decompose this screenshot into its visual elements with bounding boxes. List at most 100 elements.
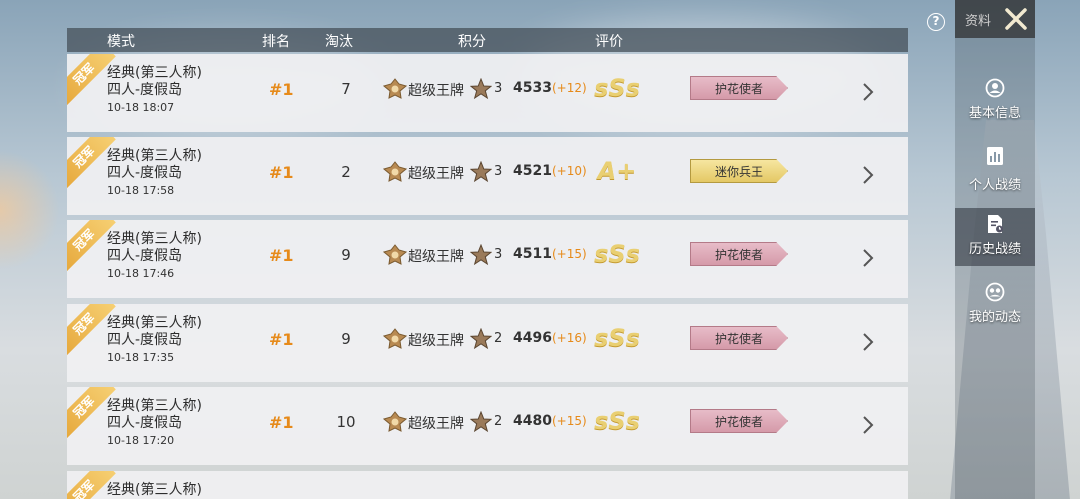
tier-name: 超级王牌	[408, 416, 464, 432]
tier-star-icon	[470, 78, 492, 100]
map-name: 四人-度假岛	[107, 332, 183, 348]
mode-cell: 经典(第三人称) 四人-度假岛 10-18 17:46	[107, 231, 202, 282]
tier-star-icon	[470, 411, 492, 433]
sidebar-item-label: 我的动态	[968, 310, 1021, 325]
mode-name: 经典(第三人称)	[107, 315, 202, 331]
chevron-right-icon[interactable]	[862, 165, 874, 185]
kills-value: 9	[341, 246, 351, 264]
feed-icon	[985, 282, 1005, 302]
match-time: 10-18 18:07	[107, 101, 175, 114]
title-badge[interactable]: 护花使者	[690, 326, 788, 350]
rating-badge: sSs	[594, 240, 640, 268]
map-name: 四人-度假岛	[107, 415, 183, 431]
rank-value: #1	[269, 330, 294, 349]
chevron-right-icon[interactable]	[862, 82, 874, 102]
kills-value: 2	[341, 163, 351, 181]
chart-icon	[987, 147, 1003, 165]
table-row[interactable]: 冠军 经典(第三人称) 四人-度假岛 10-18 17:20 #1 10 超级王牌 2 4480…	[67, 387, 908, 465]
column-header-rating: 评价	[595, 34, 623, 50]
score-cell: 4511(+15)	[513, 246, 587, 262]
sidebar-item-basic-info[interactable]: 基本信息	[955, 74, 1035, 134]
table-row[interactable]: 冠军 经典(第三人称) 四人-度假岛 10-18 17:46 #1 9 超级王牌 3 4511(…	[67, 220, 908, 298]
score-value: 4511	[513, 246, 552, 262]
mode-cell: 经典(第三人称) 四人-度假岛 10-18 18:07	[107, 65, 202, 116]
table-row[interactable]: 冠军 经典(第三人称) 四人-度假岛 10-18 18:07 #1 7 超级王牌 3 4533(…	[67, 54, 908, 132]
tier-level: 2	[494, 331, 503, 346]
mode-name: 经典(第三人称)	[107, 398, 202, 414]
tier-level: 3	[494, 164, 503, 179]
table-row[interactable]: 冠军 经典(第三人称) 四人-度假岛 10-18 17:35 #1 9 超级王牌 2 4496(…	[67, 304, 908, 382]
table-header: 模式 排名 淘汰 积分 评价	[67, 28, 908, 52]
table-row[interactable]: 冠军 经典(第三人称)	[67, 471, 908, 499]
ace-tier-icon	[383, 411, 407, 432]
mode-cell: 经典(第三人称)	[107, 482, 202, 499]
title-badge[interactable]: 护花使者	[690, 76, 788, 100]
mode-name: 经典(第三人称)	[107, 65, 202, 81]
tier-name: 超级王牌	[408, 333, 464, 349]
chevron-right-icon[interactable]	[862, 415, 874, 435]
score-cell: 4533(+12)	[513, 80, 587, 96]
mode-cell: 经典(第三人称) 四人-度假岛 10-18 17:20	[107, 398, 202, 449]
rank-value: #1	[269, 163, 294, 182]
ace-tier-icon	[383, 328, 407, 349]
column-header-rank: 排名	[262, 34, 290, 50]
match-time: 10-18 17:20	[107, 434, 175, 447]
title-badge[interactable]: 护花使者	[690, 409, 788, 433]
score-delta: (+15)	[551, 247, 587, 261]
tier-name: 超级王牌	[408, 83, 464, 99]
match-history-table: 模式 排名 淘汰 积分 评价 冠军 经典(第三人称) 四人-度假岛 10-18 18:…	[67, 28, 908, 499]
tier-name: 超级王牌	[408, 249, 464, 265]
map-name: 四人-度假岛	[107, 248, 183, 264]
sidebar-item-label: 个人战绩	[968, 178, 1021, 193]
rating-badge: sSs	[594, 74, 640, 102]
tier-level: 3	[494, 247, 503, 262]
close-icon[interactable]	[1003, 6, 1029, 32]
match-time: 10-18 17:46	[107, 267, 175, 280]
ace-tier-icon	[383, 244, 407, 265]
help-icon[interactable]: ?	[927, 13, 945, 31]
profile-label: 资料	[965, 14, 992, 29]
mode-cell: 经典(第三人称) 四人-度假岛 10-18 17:58	[107, 148, 202, 199]
column-header-score: 积分	[458, 34, 486, 50]
match-time: 10-18 17:58	[107, 184, 175, 197]
sidebar-item-my-feed[interactable]: 我的动态	[955, 280, 1035, 340]
sidebar-item-personal-stats[interactable]: 个人战绩	[955, 142, 1035, 202]
score-delta: (+15)	[551, 414, 587, 428]
score-cell: 4496(+16)	[513, 330, 587, 346]
column-header-mode: 模式	[107, 34, 135, 50]
title-badge[interactable]: 护花使者	[690, 242, 788, 266]
sidebar-item-history[interactable]: 历史战绩	[955, 208, 1035, 266]
sidebar-item-label: 历史战绩	[968, 242, 1021, 257]
map-name: 四人-度假岛	[107, 82, 183, 98]
title-badge[interactable]: 迷你兵王	[690, 159, 788, 183]
rating-badge: A+	[597, 157, 637, 185]
tier-level: 2	[494, 414, 503, 429]
score-cell: 4480(+15)	[513, 413, 587, 429]
table-row[interactable]: 冠军 经典(第三人称) 四人-度假岛 10-18 17:58 #1 2 超级王牌 3 4521(…	[67, 137, 908, 215]
rank-value: #1	[269, 80, 294, 99]
score-value: 4480	[513, 413, 552, 429]
score-value: 4496	[513, 330, 552, 346]
ace-tier-icon	[383, 161, 407, 182]
mode-cell: 经典(第三人称) 四人-度假岛 10-18 17:35	[107, 315, 202, 366]
sidebar: 基本信息 个人战绩 历史战绩 我的动态	[955, 38, 1035, 499]
tier-level: 3	[494, 81, 503, 96]
chevron-right-icon[interactable]	[862, 248, 874, 268]
map-name: 四人-度假岛	[107, 165, 183, 181]
rank-value: #1	[269, 246, 294, 265]
kills-value: 10	[336, 413, 356, 431]
kills-value: 9	[341, 330, 351, 348]
score-value: 4533	[513, 80, 552, 96]
tier-star-icon	[470, 161, 492, 183]
chevron-right-icon[interactable]	[862, 332, 874, 352]
score-cell: 4521(+10)	[513, 163, 587, 179]
tier-star-icon	[470, 328, 492, 350]
profile-icon	[985, 78, 1005, 98]
score-delta: (+10)	[551, 164, 587, 178]
tier-star-icon	[470, 244, 492, 266]
tier-name: 超级王牌	[408, 166, 464, 182]
score-delta: (+16)	[551, 331, 587, 345]
score-delta: (+12)	[551, 81, 587, 95]
background-glow	[0, 150, 60, 270]
kills-value: 7	[341, 80, 351, 98]
